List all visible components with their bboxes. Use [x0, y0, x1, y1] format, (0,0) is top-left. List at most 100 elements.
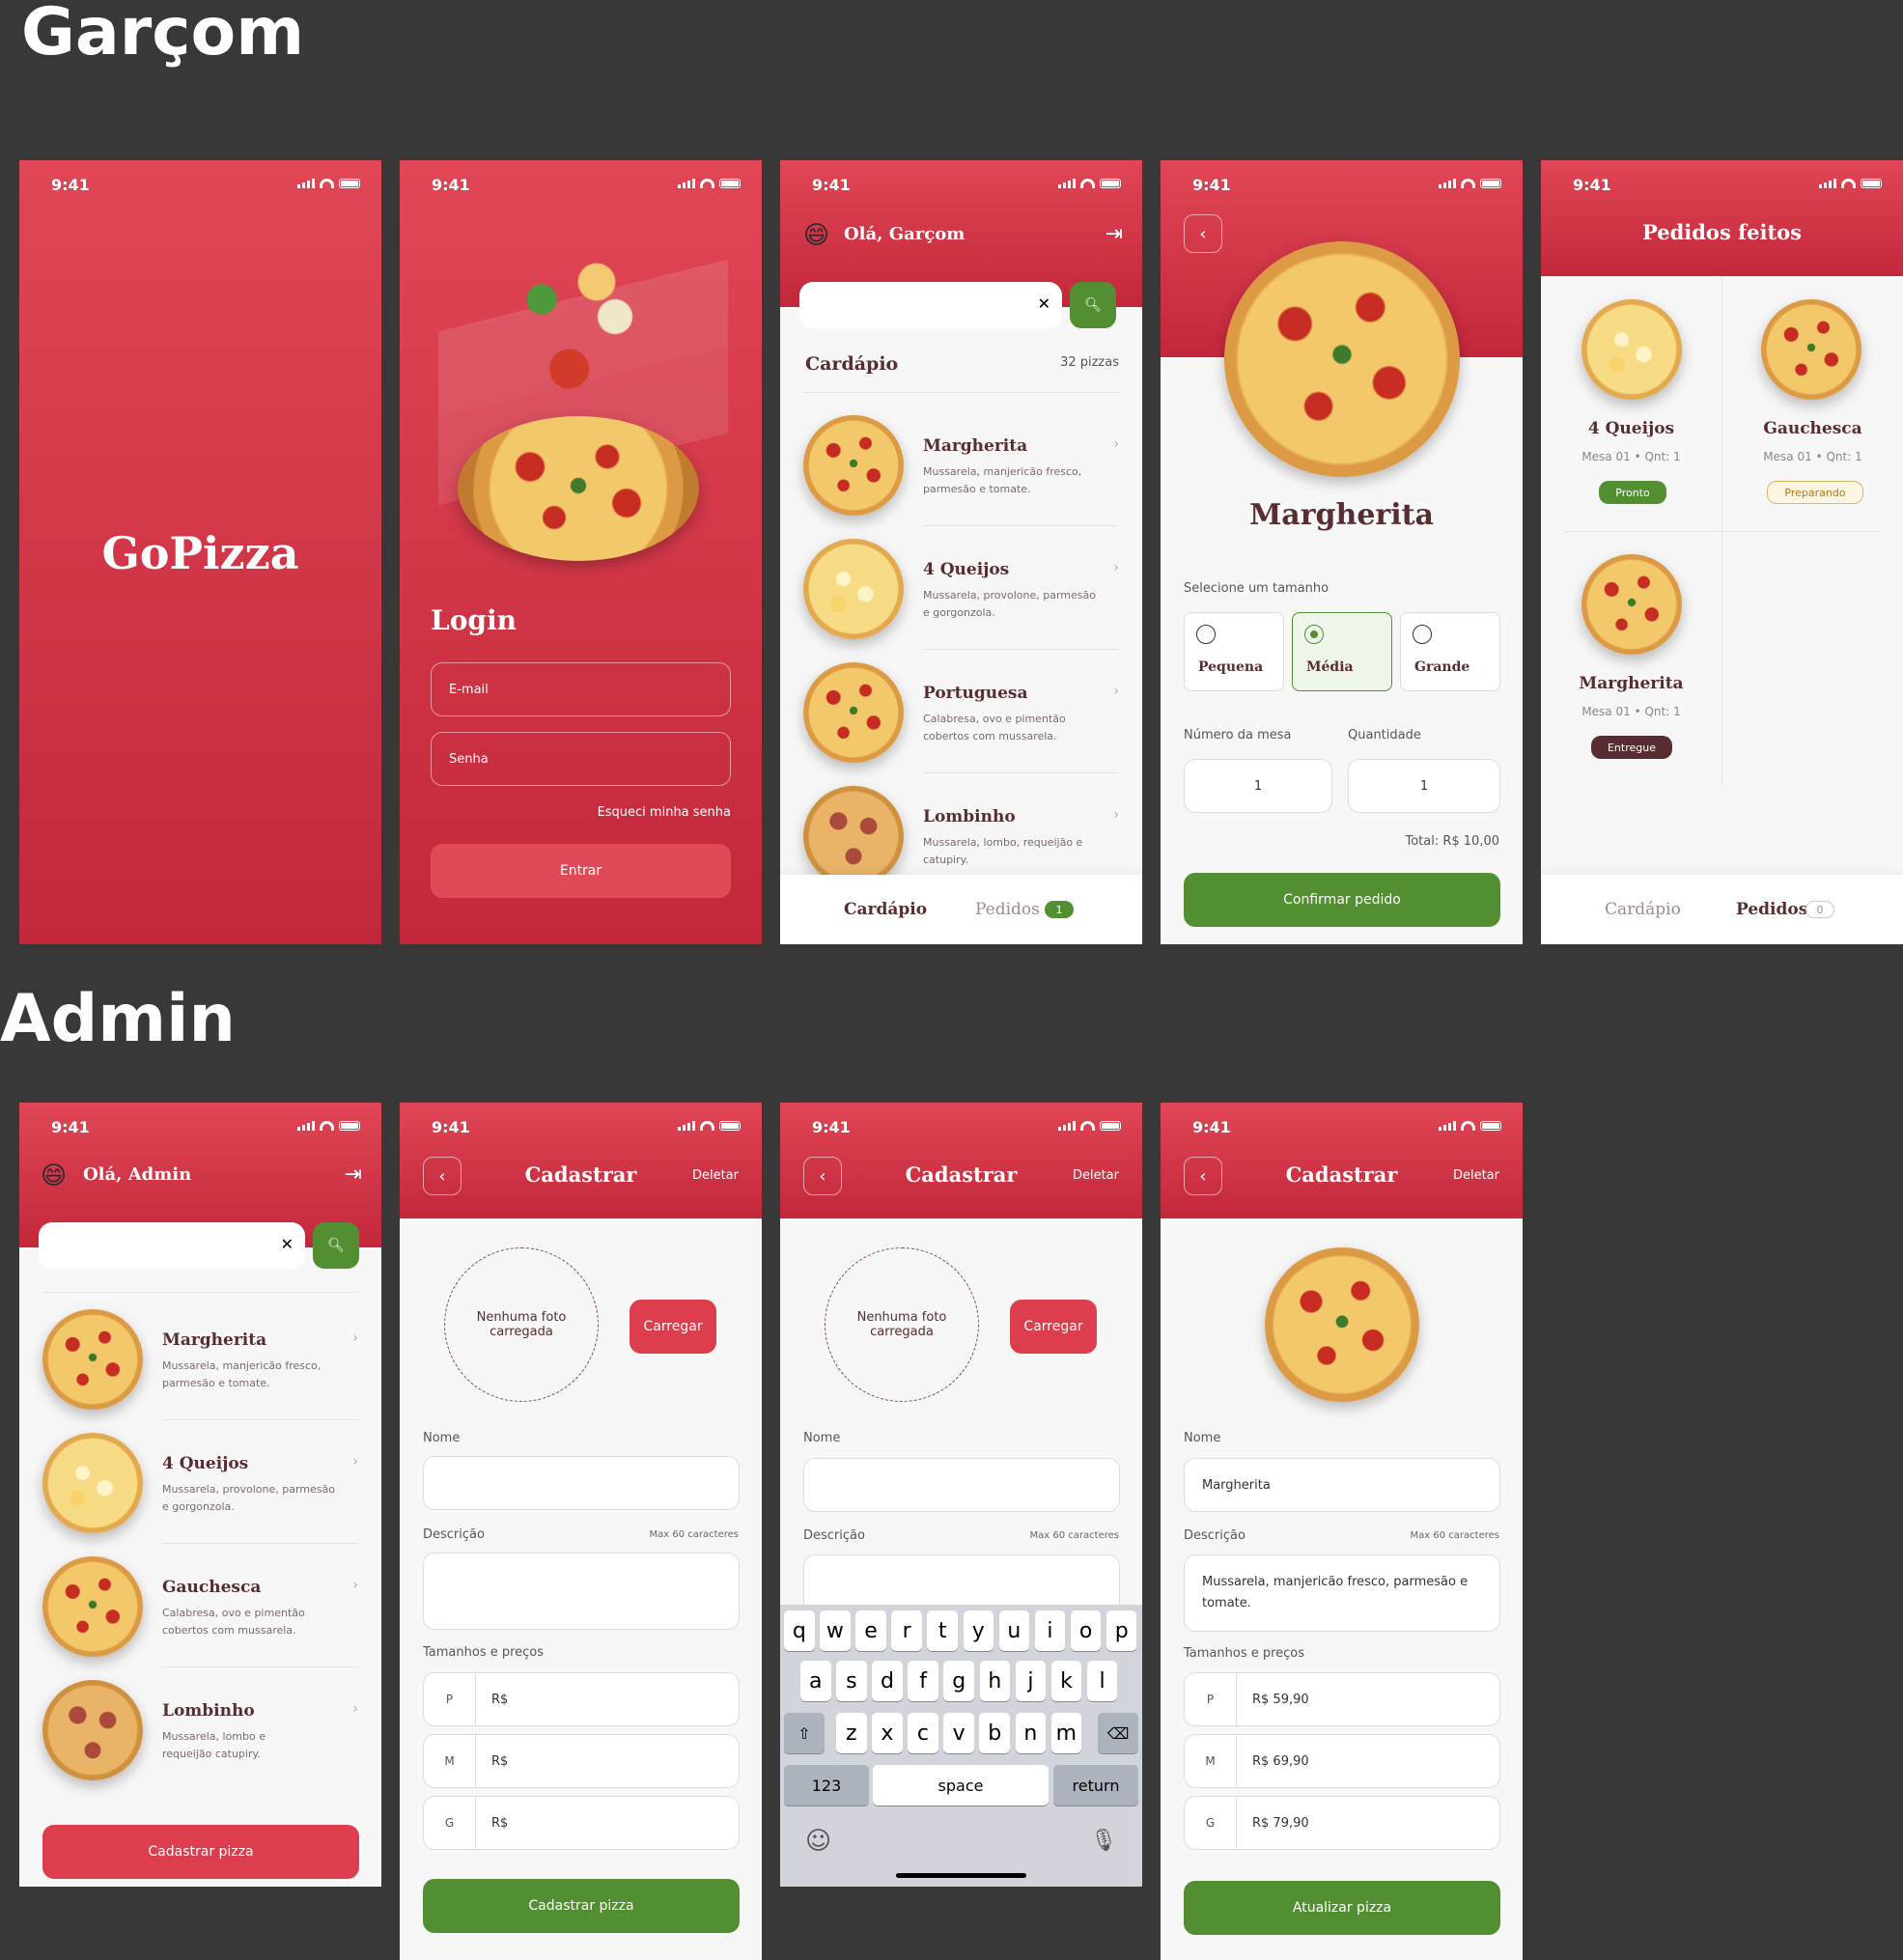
clear-icon[interactable]: ✕ — [281, 1235, 294, 1253]
key-p[interactable]: p — [1105, 1610, 1137, 1651]
clear-icon[interactable]: ✕ — [1038, 294, 1050, 313]
login-button[interactable]: Entrar — [431, 844, 731, 898]
product-screen: 9:41 ‹ Margherita Selecione um tamanho P… — [1161, 160, 1523, 944]
password-field[interactable]: Senha — [431, 732, 731, 786]
key-c[interactable]: c — [908, 1713, 938, 1753]
confirm-order-button[interactable]: Confirmar pedido — [1184, 873, 1500, 927]
size-name: Pequena — [1198, 659, 1264, 675]
key-n[interactable]: n — [1015, 1713, 1047, 1753]
key-h[interactable]: h — [979, 1661, 1011, 1701]
key-u[interactable]: u — [998, 1610, 1030, 1651]
price-input-m[interactable]: M R$ — [423, 1734, 740, 1788]
submit-pizza-button[interactable]: Cadastrar pizza — [423, 1879, 740, 1933]
register-keyboard-screen: 9:41 ‹ Cadastrar Deletar Nenhuma foto ca… — [780, 1103, 1142, 1887]
key-g[interactable]: g — [943, 1661, 974, 1701]
price-input-p[interactable]: P R$ — [423, 1672, 740, 1726]
list-item[interactable]: Margherita Mussarela, manjericão fresco,… — [780, 402, 1142, 525]
app-logo: GoPizza — [101, 527, 299, 579]
order-card[interactable]: Gauchesca Mesa 01 • Qnt: 1 Preparando — [1722, 276, 1903, 531]
update-pizza-button[interactable]: Atualizar pizza — [1184, 1881, 1500, 1935]
key-d[interactable]: d — [872, 1661, 903, 1701]
key-m[interactable]: m — [1050, 1713, 1082, 1753]
list-item[interactable]: Margherita Mussarela, manjericão fresco,… — [19, 1296, 381, 1419]
key-q[interactable]: q — [784, 1610, 815, 1651]
pizza-desc: Mussarela, manjericão fresco, parmesão e… — [923, 465, 1082, 496]
list-item[interactable]: 4 Queijos Mussarela, provolone, parmesão… — [19, 1419, 381, 1543]
upload-button[interactable]: Carregar — [1010, 1300, 1097, 1354]
register-pizza-button[interactable]: Cadastrar pizza — [42, 1825, 359, 1879]
key-z[interactable]: z — [836, 1713, 867, 1753]
status-badge: Entregue — [1591, 736, 1672, 759]
price-input-p[interactable]: P R$ 59,90 — [1184, 1672, 1500, 1726]
numbers-key[interactable]: 123 — [784, 1765, 869, 1806]
size-option-large[interactable]: Grande — [1400, 612, 1500, 691]
key-x[interactable]: x — [872, 1713, 903, 1753]
email-field[interactable]: E-mail — [431, 662, 731, 716]
backspace-key[interactable]: ⌫ — [1098, 1713, 1138, 1753]
key-v[interactable]: v — [943, 1713, 974, 1753]
search-button[interactable]: 🔍︎ — [1070, 282, 1116, 328]
key-s[interactable]: s — [836, 1661, 867, 1701]
price-input-g[interactable]: G R$ — [423, 1796, 740, 1850]
delete-link[interactable]: Deletar — [1453, 1168, 1499, 1183]
key-o[interactable]: o — [1070, 1610, 1102, 1651]
list-item[interactable]: 4 Queijos Mussarela, provolone, parmesão… — [780, 525, 1142, 649]
tab-menu[interactable]: Cardápio — [1605, 900, 1681, 919]
shift-key[interactable]: ⇧ — [784, 1713, 825, 1753]
order-card[interactable]: Margherita Mesa 01 • Qnt: 1 Entregue — [1541, 531, 1721, 786]
order-qty: • Qnt: 1 — [1634, 450, 1681, 463]
logout-icon[interactable]: ⇥ — [1105, 222, 1123, 246]
key-j[interactable]: j — [1015, 1661, 1047, 1701]
tab-orders[interactable]: Pedidos — [1736, 900, 1807, 919]
size-option-medium[interactable]: Média — [1292, 612, 1392, 691]
size-label: Selecione um tamanho — [1184, 581, 1329, 596]
emoji-icon[interactable]: ☺ — [805, 1827, 831, 1856]
list-item[interactable]: Gauchesca Calabresa, ovo e pimentão cobe… — [19, 1543, 381, 1666]
space-key[interactable]: space — [873, 1765, 1049, 1806]
description-field[interactable] — [423, 1553, 740, 1630]
splash-screen: 9:41 GoPizza — [19, 160, 381, 944]
pizza-photo — [1761, 299, 1861, 400]
return-key[interactable]: return — [1053, 1765, 1138, 1806]
tab-orders[interactable]: Pedidos — [975, 900, 1040, 919]
key-k[interactable]: k — [1050, 1661, 1082, 1701]
upload-button[interactable]: Carregar — [630, 1300, 716, 1354]
pizza-photo — [1581, 554, 1682, 655]
list-item[interactable]: Lombinho Mussarela, lombo e requeijão ca… — [19, 1666, 381, 1790]
pizza-image — [458, 416, 699, 561]
signal-icon — [297, 179, 315, 188]
key-r[interactable]: r — [891, 1610, 922, 1651]
key-l[interactable]: l — [1086, 1661, 1118, 1701]
search-icon: 🔍︎ — [327, 1238, 345, 1253]
list-item[interactable]: Portuguesa Calabresa, ovo e pimentão cob… — [780, 649, 1142, 772]
delete-link[interactable]: Deletar — [1073, 1168, 1119, 1183]
key-f[interactable]: f — [908, 1661, 938, 1701]
table-number-input[interactable]: 1 — [1184, 759, 1332, 813]
key-b[interactable]: b — [979, 1713, 1010, 1753]
name-field[interactable] — [803, 1458, 1120, 1512]
name-field[interactable] — [423, 1456, 740, 1510]
logout-icon[interactable]: ⇥ — [345, 1162, 362, 1187]
price-input-m[interactable]: M R$ 69,90 — [1184, 1734, 1500, 1788]
key-i[interactable]: i — [1034, 1610, 1066, 1651]
key-a[interactable]: a — [800, 1661, 831, 1701]
forgot-password-link[interactable]: Esqueci minha senha — [598, 805, 731, 820]
size-option-small[interactable]: Pequena — [1184, 612, 1284, 691]
tab-menu[interactable]: Cardápio — [844, 900, 927, 919]
search-input[interactable]: ✕ — [39, 1222, 305, 1269]
search-button[interactable]: 🔍︎ — [313, 1222, 359, 1269]
description-field[interactable]: Mussarela, manjericão fresco, parmesão e… — [1184, 1554, 1500, 1632]
name-field[interactable]: Margherita — [1184, 1458, 1500, 1512]
delete-link[interactable]: Deletar — [692, 1168, 739, 1183]
microphone-icon[interactable]: 🎙︎ — [1090, 1829, 1117, 1853]
key-e[interactable]: e — [855, 1610, 886, 1651]
back-button[interactable]: ‹ — [1184, 214, 1222, 253]
order-card[interactable]: 4 Queijos Mesa 01 • Qnt: 1 Pronto — [1541, 276, 1721, 531]
key-y[interactable]: y — [963, 1610, 994, 1651]
signal-icon — [297, 1121, 315, 1131]
quantity-input[interactable]: 1 — [1348, 759, 1500, 813]
key-t[interactable]: t — [927, 1610, 958, 1651]
key-w[interactable]: w — [820, 1610, 851, 1651]
price-input-g[interactable]: G R$ 79,90 — [1184, 1796, 1500, 1850]
search-input[interactable]: ✕ — [799, 282, 1062, 328]
